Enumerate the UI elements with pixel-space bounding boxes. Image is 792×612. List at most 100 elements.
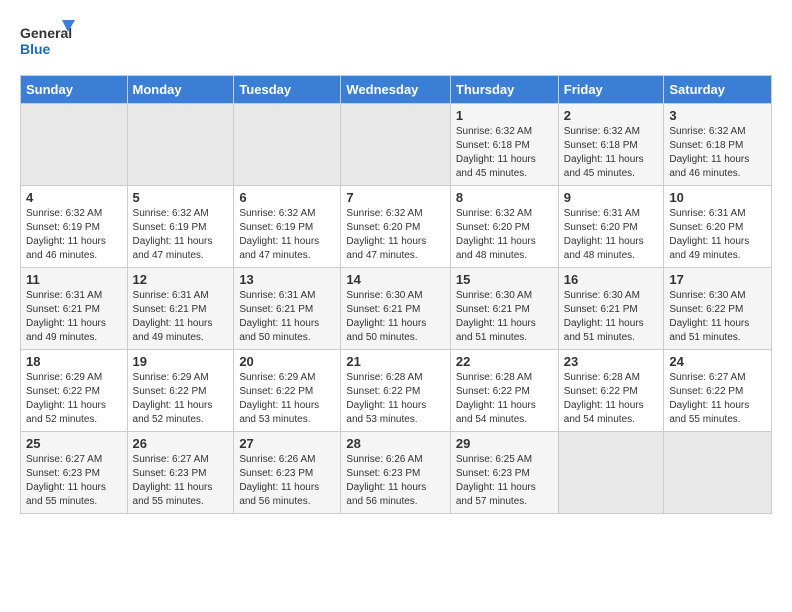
day-info: Sunrise: 6:27 AM Sunset: 6:23 PM Dayligh… (133, 454, 213, 507)
day-number: 28 (346, 436, 444, 451)
calendar-header-cell: Tuesday (234, 76, 341, 104)
day-number: 8 (456, 190, 553, 205)
calendar-header-cell: Saturday (664, 76, 772, 104)
day-number: 27 (239, 436, 335, 451)
day-info: Sunrise: 6:31 AM Sunset: 6:20 PM Dayligh… (564, 208, 644, 261)
calendar-week-row: 18Sunrise: 6:29 AM Sunset: 6:22 PM Dayli… (21, 350, 772, 432)
calendar-cell: 27 Sunrise: 6:26 AM Sunset: 6:23 PM Dayli… (234, 432, 341, 514)
day-number: 10 (669, 190, 766, 205)
day-info: Sunrise: 6:32 AM Sunset: 6:18 PM Dayligh… (669, 126, 749, 179)
day-number: 26 (133, 436, 229, 451)
day-number: 6 (239, 190, 335, 205)
day-number: 4 (26, 190, 122, 205)
calendar-cell: 20 Sunrise: 6:29 AM Sunset: 6:22 PM Dayli… (234, 350, 341, 432)
day-info: Sunrise: 6:32 AM Sunset: 6:19 PM Dayligh… (239, 208, 319, 261)
calendar-header-cell: Thursday (450, 76, 558, 104)
calendar-cell: 10Sunrise: 6:31 AM Sunset: 6:20 PM Dayli… (664, 186, 772, 268)
calendar-cell: 12 Sunrise: 6:31 AM Sunset: 6:21 PM Dayli… (127, 268, 234, 350)
calendar-header-cell: Friday (558, 76, 664, 104)
day-info: Sunrise: 6:25 AM Sunset: 6:23 PM Dayligh… (456, 454, 536, 507)
day-number: 9 (564, 190, 659, 205)
day-info: Sunrise: 6:32 AM Sunset: 6:19 PM Dayligh… (133, 208, 213, 261)
calendar-cell: 7 Sunrise: 6:32 AM Sunset: 6:20 PM Daylig… (341, 186, 450, 268)
day-info: Sunrise: 6:32 AM Sunset: 6:20 PM Dayligh… (456, 208, 536, 261)
day-number: 29 (456, 436, 553, 451)
calendar-cell: 24 Sunrise: 6:27 AM Sunset: 6:22 PM Dayli… (664, 350, 772, 432)
calendar-cell (341, 104, 450, 186)
calendar-cell: 23 Sunrise: 6:28 AM Sunset: 6:22 PM Dayli… (558, 350, 664, 432)
calendar-cell: 15Sunrise: 6:30 AM Sunset: 6:21 PM Dayli… (450, 268, 558, 350)
calendar-header-row: SundayMondayTuesdayWednesdayThursdayFrid… (21, 76, 772, 104)
calendar-cell: 11 Sunrise: 6:31 AM Sunset: 6:21 PM Dayli… (21, 268, 128, 350)
day-number: 19 (133, 354, 229, 369)
calendar-cell: 16Sunrise: 6:30 AM Sunset: 6:21 PM Dayli… (558, 268, 664, 350)
day-number: 5 (133, 190, 229, 205)
day-info: Sunrise: 6:32 AM Sunset: 6:18 PM Dayligh… (456, 126, 536, 179)
day-number: 25 (26, 436, 122, 451)
calendar-cell (558, 432, 664, 514)
calendar-cell (664, 432, 772, 514)
day-number: 24 (669, 354, 766, 369)
day-number: 7 (346, 190, 444, 205)
calendar-cell: 8 Sunrise: 6:32 AM Sunset: 6:20 PM Daylig… (450, 186, 558, 268)
day-number: 20 (239, 354, 335, 369)
calendar-cell: 26 Sunrise: 6:27 AM Sunset: 6:23 PM Dayli… (127, 432, 234, 514)
day-info: Sunrise: 6:26 AM Sunset: 6:23 PM Dayligh… (239, 454, 319, 507)
day-number: 13 (239, 272, 335, 287)
day-number: 2 (564, 108, 659, 123)
day-info: Sunrise: 6:29 AM Sunset: 6:22 PM Dayligh… (239, 372, 319, 425)
svg-text:Blue: Blue (20, 41, 51, 57)
day-number: 1 (456, 108, 553, 123)
calendar-cell: 19Sunrise: 6:29 AM Sunset: 6:22 PM Dayli… (127, 350, 234, 432)
day-number: 14 (346, 272, 444, 287)
day-info: Sunrise: 6:30 AM Sunset: 6:21 PM Dayligh… (346, 290, 426, 343)
calendar-cell: 13 Sunrise: 6:31 AM Sunset: 6:21 PM Dayli… (234, 268, 341, 350)
day-info: Sunrise: 6:27 AM Sunset: 6:22 PM Dayligh… (669, 372, 749, 425)
calendar-cell: 1 Sunrise: 6:32 AM Sunset: 6:18 PM Daylig… (450, 104, 558, 186)
calendar-cell: 6 Sunrise: 6:32 AM Sunset: 6:19 PM Daylig… (234, 186, 341, 268)
day-info: Sunrise: 6:31 AM Sunset: 6:21 PM Dayligh… (133, 290, 213, 343)
calendar-table: SundayMondayTuesdayWednesdayThursdayFrid… (20, 75, 772, 514)
logo-svg: GeneralBlue (20, 20, 80, 65)
logo: GeneralBlue (20, 20, 80, 65)
day-info: Sunrise: 6:28 AM Sunset: 6:22 PM Dayligh… (346, 372, 426, 425)
calendar-body: 1 Sunrise: 6:32 AM Sunset: 6:18 PM Daylig… (21, 104, 772, 514)
day-number: 22 (456, 354, 553, 369)
calendar-header-cell: Sunday (21, 76, 128, 104)
day-info: Sunrise: 6:28 AM Sunset: 6:22 PM Dayligh… (564, 372, 644, 425)
day-info: Sunrise: 6:31 AM Sunset: 6:21 PM Dayligh… (26, 290, 106, 343)
calendar-header-cell: Wednesday (341, 76, 450, 104)
day-number: 23 (564, 354, 659, 369)
calendar-cell: 5 Sunrise: 6:32 AM Sunset: 6:19 PM Daylig… (127, 186, 234, 268)
day-info: Sunrise: 6:29 AM Sunset: 6:22 PM Dayligh… (26, 372, 106, 425)
calendar-week-row: 25 Sunrise: 6:27 AM Sunset: 6:23 PM Dayli… (21, 432, 772, 514)
calendar-cell: 18Sunrise: 6:29 AM Sunset: 6:22 PM Dayli… (21, 350, 128, 432)
calendar-header-cell: Monday (127, 76, 234, 104)
day-info: Sunrise: 6:30 AM Sunset: 6:21 PM Dayligh… (564, 290, 644, 343)
day-info: Sunrise: 6:30 AM Sunset: 6:22 PM Dayligh… (669, 290, 749, 343)
calendar-week-row: 11 Sunrise: 6:31 AM Sunset: 6:21 PM Dayli… (21, 268, 772, 350)
calendar-cell: 21 Sunrise: 6:28 AM Sunset: 6:22 PM Dayli… (341, 350, 450, 432)
calendar-cell (127, 104, 234, 186)
day-number: 17 (669, 272, 766, 287)
day-info: Sunrise: 6:26 AM Sunset: 6:23 PM Dayligh… (346, 454, 426, 507)
calendar-cell: 29 Sunrise: 6:25 AM Sunset: 6:23 PM Dayli… (450, 432, 558, 514)
calendar-cell: 22 Sunrise: 6:28 AM Sunset: 6:22 PM Dayli… (450, 350, 558, 432)
day-number: 3 (669, 108, 766, 123)
calendar-cell: 2 Sunrise: 6:32 AM Sunset: 6:18 PM Daylig… (558, 104, 664, 186)
svg-text:General: General (20, 25, 72, 41)
day-info: Sunrise: 6:31 AM Sunset: 6:21 PM Dayligh… (239, 290, 319, 343)
day-info: Sunrise: 6:30 AM Sunset: 6:21 PM Dayligh… (456, 290, 536, 343)
calendar-cell: 17 Sunrise: 6:30 AM Sunset: 6:22 PM Dayli… (664, 268, 772, 350)
page-header: GeneralBlue (20, 20, 772, 65)
day-info: Sunrise: 6:32 AM Sunset: 6:20 PM Dayligh… (346, 208, 426, 261)
day-info: Sunrise: 6:28 AM Sunset: 6:22 PM Dayligh… (456, 372, 536, 425)
calendar-week-row: 1 Sunrise: 6:32 AM Sunset: 6:18 PM Daylig… (21, 104, 772, 186)
calendar-cell (21, 104, 128, 186)
day-number: 21 (346, 354, 444, 369)
day-info: Sunrise: 6:32 AM Sunset: 6:18 PM Dayligh… (564, 126, 644, 179)
calendar-cell: 25Sunrise: 6:27 AM Sunset: 6:23 PM Dayli… (21, 432, 128, 514)
day-number: 12 (133, 272, 229, 287)
day-number: 11 (26, 272, 122, 287)
calendar-cell: 14 Sunrise: 6:30 AM Sunset: 6:21 PM Dayli… (341, 268, 450, 350)
